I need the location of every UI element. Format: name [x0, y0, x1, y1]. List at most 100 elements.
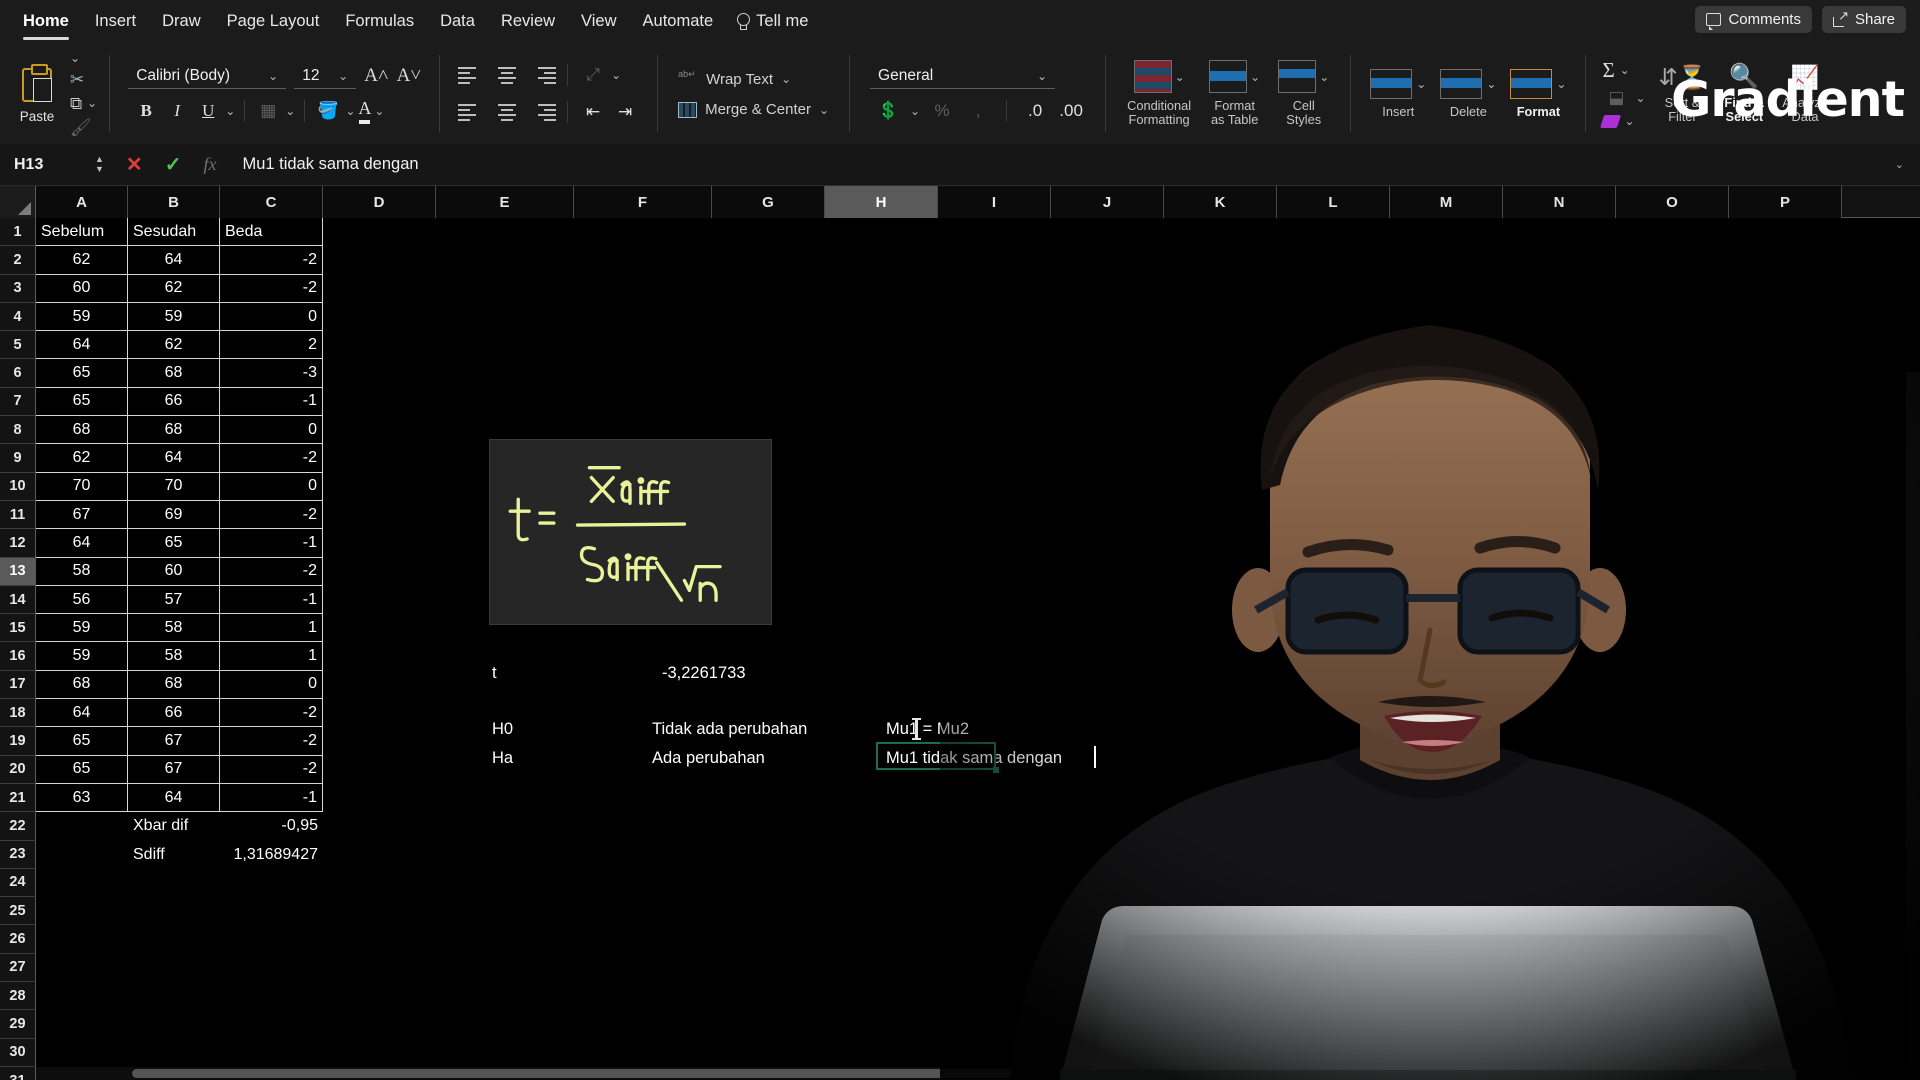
cell-b11[interactable]: 69: [128, 500, 220, 530]
row-header-13[interactable]: 13: [0, 557, 36, 586]
row-header-28[interactable]: 28: [0, 982, 36, 1011]
cell-c4[interactable]: 0: [220, 302, 323, 332]
format-painter-button[interactable]: 🖌: [70, 119, 97, 136]
cell-b15[interactable]: 58: [128, 614, 220, 643]
merge-center-button[interactable]: Merge & Center ⌄: [678, 101, 829, 118]
cell-b7[interactable]: 66: [128, 387, 220, 417]
align-right-button[interactable]: [526, 102, 557, 122]
cell-c30[interactable]: [220, 1038, 323, 1067]
font-name-select[interactable]: Calibri (Body) ⌄: [128, 63, 287, 89]
cell-a27[interactable]: [36, 953, 128, 983]
insert-function-button[interactable]: fx: [203, 154, 216, 175]
column-header-h[interactable]: H: [825, 186, 938, 218]
cell-a12[interactable]: 64: [36, 529, 128, 558]
conditional-formatting-button[interactable]: ⌄ Conditional Formatting: [1118, 60, 1200, 127]
select-all-corner[interactable]: [0, 186, 36, 218]
row-header-9[interactable]: 9: [0, 444, 36, 473]
align-center-button[interactable]: [492, 102, 522, 122]
cell-b1-sesudah[interactable]: Sesudah: [128, 218, 220, 247]
orientation-button[interactable]: ⤢: [579, 62, 607, 88]
decrease-indent-button[interactable]: ⇤: [579, 99, 607, 125]
column-header-f[interactable]: F: [574, 186, 712, 218]
cell-b21[interactable]: 64: [128, 783, 220, 813]
align-bottom-button[interactable]: [526, 65, 557, 85]
tab-page-layout[interactable]: Page Layout: [214, 0, 333, 43]
cell-c24[interactable]: [220, 868, 323, 898]
cell-b28[interactable]: [128, 982, 220, 1011]
cell-b9[interactable]: 64: [128, 444, 220, 473]
cell-a5[interactable]: 64: [36, 331, 128, 360]
font-color-button[interactable]: A: [358, 98, 371, 124]
align-middle-button[interactable]: [492, 65, 522, 85]
row-header-23[interactable]: 23: [0, 840, 36, 869]
column-header-m[interactable]: M: [1390, 186, 1503, 218]
cut-button[interactable]: ✂: [70, 71, 97, 88]
align-top-button[interactable]: [458, 65, 488, 85]
comma-style-button[interactable]: ,: [964, 98, 992, 124]
cell-c16[interactable]: 1: [220, 642, 323, 671]
cell-b19[interactable]: 67: [128, 727, 220, 756]
chevron-down-icon[interactable]: ⌄: [374, 105, 384, 117]
cell-c29[interactable]: [220, 1010, 323, 1039]
cell-b6[interactable]: 68: [128, 359, 220, 388]
cell-a30[interactable]: [36, 1038, 128, 1067]
fill-color-button[interactable]: 🪣: [314, 98, 342, 124]
tab-review[interactable]: Review: [488, 0, 568, 43]
bold-button[interactable]: B: [132, 98, 160, 124]
cell-a24[interactable]: [36, 868, 128, 898]
cell-a15[interactable]: 59: [36, 614, 128, 643]
name-box-spinner[interactable]: ▲ ▼: [95, 155, 104, 174]
row-header-29[interactable]: 29: [0, 1010, 36, 1039]
tab-home[interactable]: Home: [10, 0, 82, 43]
row-header-21[interactable]: 21: [0, 783, 36, 813]
column-header-o[interactable]: O: [1616, 186, 1729, 218]
cell-a28[interactable]: [36, 982, 128, 1011]
wrap-text-button[interactable]: ab↵ Wrap Text ⌄: [678, 69, 829, 89]
cell-c19[interactable]: -2: [220, 727, 323, 756]
row-header-31[interactable]: 31: [0, 1066, 36, 1080]
row-header-8[interactable]: 8: [0, 416, 36, 445]
cell-h12-h0-expr[interactable]: Mu1 = Mu2: [886, 720, 969, 739]
cell-b13[interactable]: 60: [128, 557, 220, 586]
vertical-scrollbar[interactable]: [1906, 372, 1920, 1080]
cell-a18[interactable]: 64: [36, 699, 128, 728]
horizontal-scrollbar[interactable]: [36, 1067, 1906, 1080]
font-size-select[interactable]: 12 ⌄: [294, 63, 357, 89]
cell-a23[interactable]: [36, 840, 128, 869]
column-header-k[interactable]: K: [1164, 186, 1277, 218]
chevron-down-icon[interactable]: ⌄: [285, 105, 295, 117]
cell-c1-beda[interactable]: Beda: [220, 218, 323, 247]
row-header-20[interactable]: 20: [0, 755, 36, 784]
decrease-font-size-button[interactable]: A˅: [397, 65, 421, 87]
row-header-4[interactable]: 4: [0, 302, 36, 332]
underline-button[interactable]: U: [194, 98, 222, 124]
cell-c15[interactable]: 1: [220, 614, 323, 643]
cell-a14[interactable]: 56: [36, 585, 128, 615]
cell-a29[interactable]: [36, 1010, 128, 1039]
number-format-select[interactable]: General ⌄: [870, 63, 1056, 89]
increase-indent-button[interactable]: ⇥: [611, 99, 639, 125]
paste-button[interactable]: Paste: [8, 63, 66, 124]
column-header-p[interactable]: P: [1729, 186, 1842, 218]
decrease-decimal-button[interactable]: .00: [1057, 98, 1085, 124]
cell-e13-ha-label[interactable]: Ha: [492, 749, 513, 768]
align-left-button[interactable]: [458, 102, 488, 122]
cell-c18[interactable]: -2: [220, 699, 323, 728]
cell-c9[interactable]: -2: [220, 444, 323, 473]
cell-a8[interactable]: 68: [36, 416, 128, 445]
cell-c3[interactable]: -2: [220, 274, 323, 303]
cell-b20[interactable]: 67: [128, 755, 220, 784]
cell-c10[interactable]: 0: [220, 472, 323, 501]
cell-c21[interactable]: -1: [220, 783, 323, 813]
cell-c11[interactable]: -2: [220, 500, 323, 530]
cell-a25[interactable]: [36, 897, 128, 926]
increase-font-size-button[interactable]: A˄: [364, 65, 388, 87]
cell-a3[interactable]: 60: [36, 274, 128, 303]
accounting-format-button[interactable]: 💲: [874, 98, 902, 124]
cell-c12[interactable]: -1: [220, 529, 323, 558]
cell-b12[interactable]: 65: [128, 529, 220, 558]
cell-b3[interactable]: 62: [128, 274, 220, 303]
cell-f13-ha-desc[interactable]: Ada perubahan: [652, 749, 765, 768]
horizontal-scrollbar-thumb[interactable]: [132, 1069, 1372, 1078]
row-header-7[interactable]: 7: [0, 387, 36, 417]
